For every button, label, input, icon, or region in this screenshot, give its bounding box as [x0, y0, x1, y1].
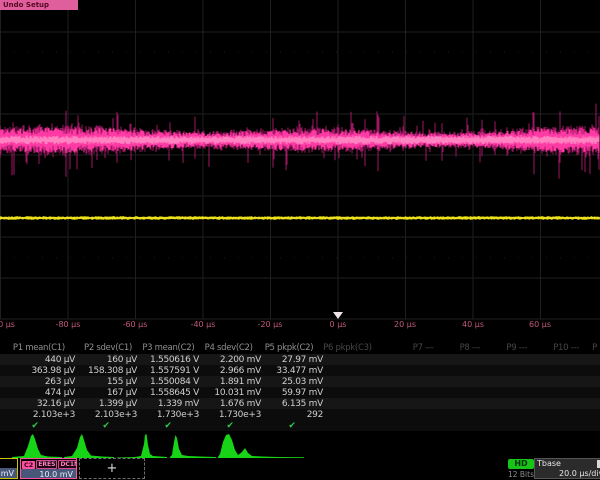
param-header-inactive[interactable]: P10 ---: [549, 343, 588, 353]
time-tick-label: 40 µs: [462, 320, 484, 329]
time-tick-label: -60 µs: [123, 320, 148, 329]
param-header[interactable]: P1 mean(C1): [0, 343, 78, 353]
channel-c2-descriptor[interactable]: C2 ERES DC1M 10.0 mV: [20, 458, 77, 479]
time-axis: -100 µs -80 µs -60 µs -40 µs -20 µs 0 µs 20 µs…: [0, 319, 600, 332]
param-status-check: ✔: [204, 421, 266, 431]
hd-bits-label: 12 Bits: [506, 470, 536, 479]
param-header[interactable]: P4 sdev(C2): [199, 343, 259, 353]
param-status-check: ✔: [0, 421, 80, 431]
param-value: 32.16 µV: [0, 399, 80, 409]
histicon-p4[interactable]: [170, 432, 216, 458]
add-trace-button[interactable]: +: [79, 458, 145, 479]
graticule: [0, 0, 600, 319]
param-header-inactive[interactable]: P9 ---: [502, 343, 549, 353]
c2-eres-badge: ERES: [36, 460, 57, 469]
param-value: 1.558645 V: [142, 388, 204, 398]
param-value: 1.550084 V: [142, 377, 204, 387]
param-status-check: ✔: [80, 421, 142, 431]
histicon-p5[interactable]: [218, 432, 304, 458]
time-tick-label: 20 µs: [394, 320, 416, 329]
param-header-inactive[interactable]: P8 ---: [456, 343, 503, 353]
param-value: 25.03 mV: [266, 377, 328, 387]
time-tick-label: -20 µs: [258, 320, 283, 329]
waveform-display[interactable]: [0, 0, 600, 334]
c2-volts-per-div: 10.0 mV: [21, 469, 76, 479]
param-value: 155 µV: [80, 377, 142, 387]
undo-setup-button[interactable]: Undo Setup: [0, 0, 78, 10]
time-tick-label: 0 µs: [330, 320, 347, 329]
c1-volts-per-div: 10.0 mV: [0, 468, 17, 479]
param-header-inactive[interactable]: P: [588, 343, 600, 353]
histicon-p1[interactable]: [12, 432, 62, 458]
param-header[interactable]: P3 mean(C2): [138, 343, 198, 353]
histicon-p3[interactable]: [117, 432, 167, 458]
c2-coupling-badge: DC1M: [58, 460, 77, 469]
param-value: 292: [266, 410, 328, 420]
param-value: 1.730e+3: [204, 410, 266, 420]
param-value: 167 µV: [80, 388, 142, 398]
param-value: 33.477 mV: [266, 366, 328, 376]
time-tick-label: -100 µs: [0, 320, 15, 329]
param-value: 160 µV: [80, 355, 142, 365]
param-value: 2.966 mV: [204, 366, 266, 376]
param-value: 6.135 mV: [266, 399, 328, 409]
timebase-descriptor[interactable]: Tbase 20.0 µs/div: [534, 458, 600, 479]
param-value: 263 µV: [0, 377, 80, 387]
c2-name-badge: C2: [22, 461, 35, 469]
param-value: 27.97 mV: [266, 355, 328, 365]
param-value: 1.557591 V: [142, 366, 204, 376]
param-value: 1.891 mV: [204, 377, 266, 387]
param-value: 1.550616 V: [142, 355, 204, 365]
param-value: 1.399 µV: [80, 399, 142, 409]
waveform-traces: [0, 104, 600, 221]
param-value: 363.98 µV: [0, 366, 80, 376]
param-header[interactable]: P5 pkpk(C2): [259, 343, 319, 353]
time-tick-label: -40 µs: [191, 320, 216, 329]
param-value: 1.730e+3: [142, 410, 204, 420]
param-value: 474 µV: [0, 388, 80, 398]
timebase-title: Tbase: [537, 459, 561, 469]
param-value: 158.308 µV: [80, 366, 142, 376]
param-value: 2.103e+3: [80, 410, 142, 420]
param-header[interactable]: P2 sdev(C1): [78, 343, 138, 353]
param-value: 1.339 mV: [142, 399, 204, 409]
time-tick-label: -80 µs: [56, 320, 81, 329]
time-tick-label: 60 µs: [529, 320, 551, 329]
timebase-value: 20.0 µs/div: [535, 469, 600, 479]
param-value: 59.97 mV: [266, 388, 328, 398]
trigger-position-marker[interactable]: [333, 312, 343, 319]
histicon-p2[interactable]: [64, 432, 114, 458]
measure-table: P1 mean(C1)P2 sdev(C1)P3 mean(C2)P4 sdev…: [0, 341, 600, 431]
param-status-check: ✔: [266, 421, 328, 431]
param-value: 2.200 mV: [204, 355, 266, 365]
param-value: 440 µV: [0, 355, 80, 365]
param-header-inactive[interactable]: P7 ---: [409, 343, 456, 353]
param-value: 1.676 mV: [204, 399, 266, 409]
channel-c1-descriptor[interactable]: C1 DC1M 10.0 mV: [0, 458, 18, 479]
param-status-check: ✔: [142, 421, 204, 431]
hd-mode-badge: HD: [508, 459, 534, 469]
param-header-inactive[interactable]: P6 pkpk(C3): [319, 343, 409, 353]
param-value: 10.031 mV: [204, 388, 266, 398]
oscilloscope-screen: Undo Setup -100 µs -80 µs -60 µs -40 µs -20 …: [0, 0, 600, 480]
param-value: 2.103e+3: [0, 410, 80, 420]
